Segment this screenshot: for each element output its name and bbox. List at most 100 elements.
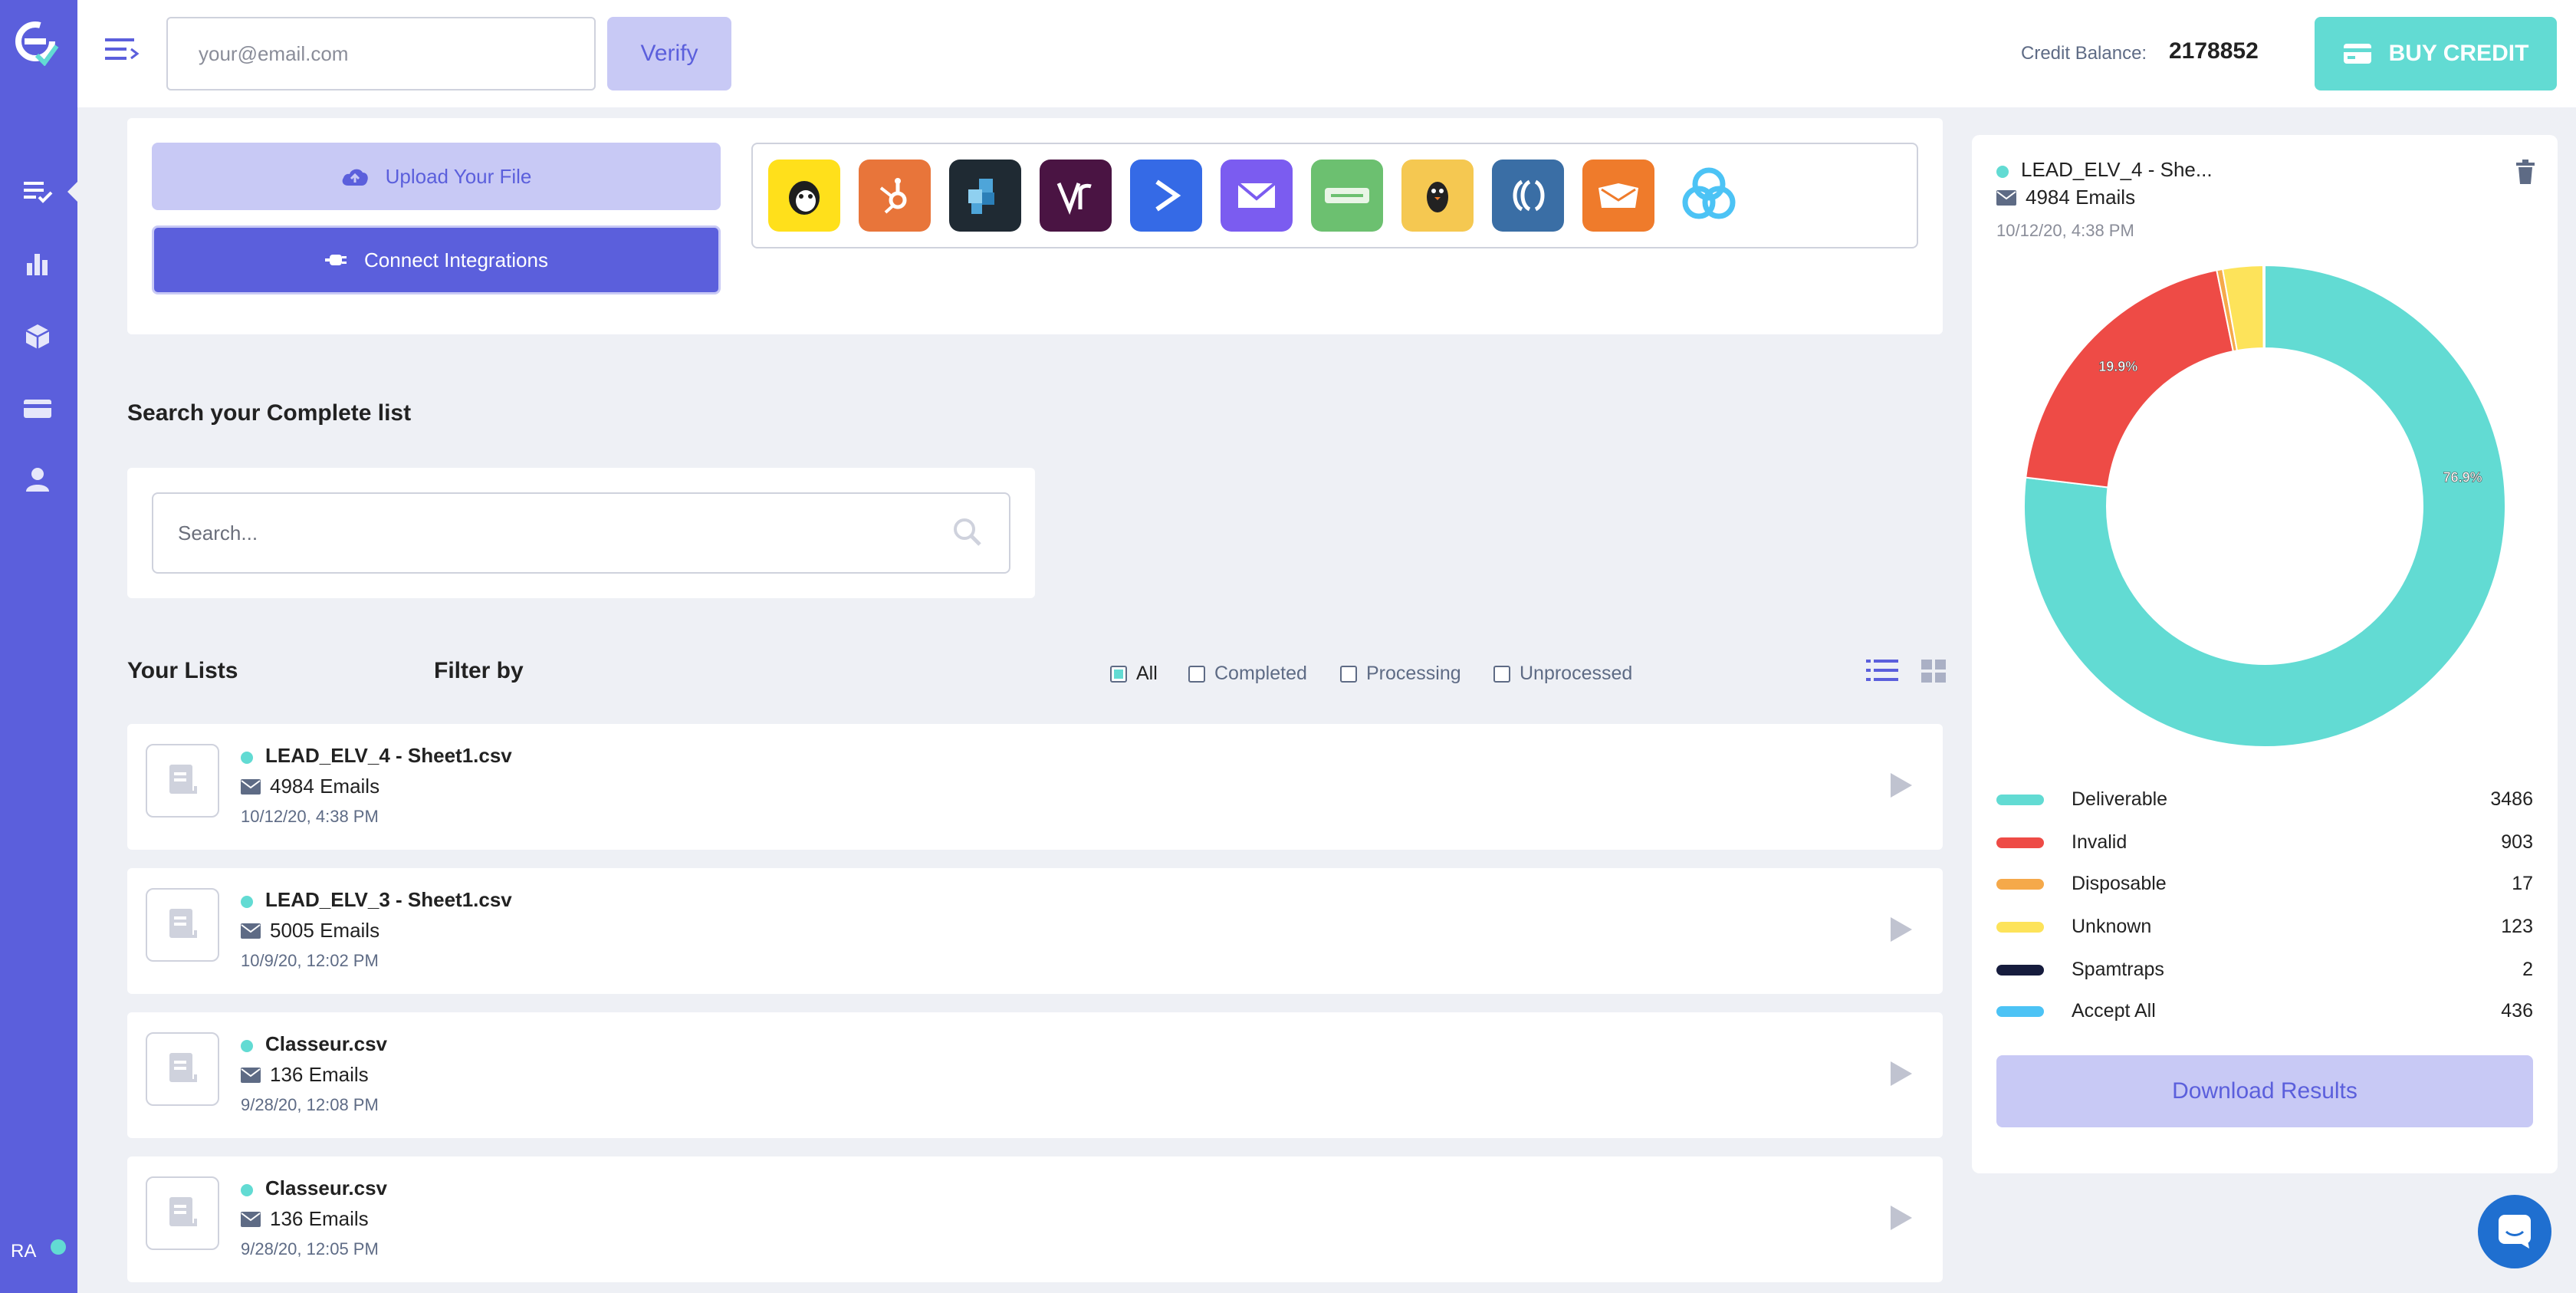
verify-button[interactable]: Verify bbox=[607, 17, 731, 90]
penguin-icon[interactable] bbox=[1401, 160, 1474, 232]
cloud-upload-icon bbox=[342, 169, 368, 186]
search-input[interactable] bbox=[152, 492, 1010, 574]
menu-toggle-icon[interactable] bbox=[105, 35, 140, 66]
list-date: 10/9/20, 12:02 PM bbox=[241, 951, 379, 970]
play-icon[interactable] bbox=[1884, 1058, 1915, 1089]
mail-icon bbox=[241, 1212, 261, 1227]
search-panel bbox=[127, 468, 1035, 598]
upload-file-label: Upload Your File bbox=[385, 164, 532, 188]
legend-label: Invalid bbox=[2072, 831, 2128, 853]
legend-value: 17 bbox=[2512, 873, 2533, 894]
legend-value: 436 bbox=[2501, 1000, 2533, 1022]
grid-view-icon[interactable] bbox=[1917, 655, 1950, 686]
filter-processing[interactable]: Processing bbox=[1340, 663, 1461, 685]
mail-envelope-icon[interactable] bbox=[1221, 160, 1293, 232]
legend-swatch bbox=[1996, 965, 2044, 976]
chat-support-button[interactable] bbox=[2478, 1195, 2551, 1268]
trash-icon[interactable] bbox=[2513, 158, 2538, 186]
list-email-count: 4984 Emails bbox=[270, 775, 380, 798]
active-nav-indicator bbox=[67, 181, 78, 202]
legend-value: 3486 bbox=[2490, 788, 2533, 810]
legend-label: Unknown bbox=[2072, 916, 2152, 937]
online-status-dot bbox=[51, 1239, 66, 1255]
download-results-button[interactable]: Download Results bbox=[1996, 1055, 2533, 1127]
list-item[interactable]: LEAD_ELV_4 - Sheet1.csv 4984 Emails 10/1… bbox=[127, 724, 1943, 850]
mailchimp-icon[interactable] bbox=[768, 160, 840, 232]
filter-processing-label: Processing bbox=[1366, 663, 1461, 684]
status-dot bbox=[241, 896, 253, 908]
list-item[interactable]: Classeur.csv 136 Emails 9/28/20, 12:08 P… bbox=[127, 1012, 1943, 1138]
hubspot-icon[interactable] bbox=[859, 160, 931, 232]
legend-value: 123 bbox=[2501, 916, 2533, 937]
filter-unprocessed[interactable]: Unprocessed bbox=[1493, 663, 1632, 685]
sidebar-item-analytics[interactable] bbox=[18, 245, 57, 284]
list-item[interactable]: LEAD_ELV_3 - Sheet1.csv 5005 Emails 10/9… bbox=[127, 868, 1943, 994]
plug-icon bbox=[325, 255, 347, 265]
list-email-count: 136 Emails bbox=[270, 1207, 369, 1230]
filter-completed[interactable]: Completed bbox=[1188, 663, 1307, 685]
legend-unknown: Unknown 123 bbox=[1996, 911, 2533, 942]
credit-balance-value: 2178852 bbox=[2169, 38, 2259, 64]
sidebar-item-account[interactable] bbox=[18, 460, 57, 498]
convertkit-icon[interactable] bbox=[1492, 160, 1564, 232]
email-input[interactable] bbox=[166, 17, 596, 90]
donut-data-label: 19.9% bbox=[2098, 359, 2137, 374]
activecampaign-icon[interactable] bbox=[1130, 160, 1202, 232]
filter-all-checkbox[interactable] bbox=[1110, 665, 1127, 683]
detail-list-name: LEAD_ELV_4 - She... bbox=[2021, 158, 2213, 181]
user-initials[interactable]: RA bbox=[11, 1241, 36, 1262]
legend-value: 2 bbox=[2522, 959, 2533, 980]
list-name[interactable]: LEAD_ELV_3 - Sheet1.csv bbox=[265, 888, 512, 912]
list-name[interactable]: Classeur.csv bbox=[265, 1176, 387, 1200]
filter-all[interactable]: All bbox=[1110, 663, 1158, 685]
list-name[interactable]: Classeur.csv bbox=[265, 1032, 387, 1056]
legend-label: Disposable bbox=[2072, 873, 2167, 894]
connect-integrations-button[interactable]: Connect Integrations bbox=[152, 225, 721, 294]
list-name[interactable]: LEAD_ELV_4 - Sheet1.csv bbox=[265, 744, 512, 768]
play-icon[interactable] bbox=[1884, 914, 1915, 945]
mail-icon bbox=[241, 923, 261, 939]
list-date: 9/28/20, 12:05 PM bbox=[241, 1239, 379, 1258]
list-email-count: 136 Emails bbox=[270, 1063, 369, 1086]
top-header: Verify Credit Balance: 2178852 BUY CREDI… bbox=[77, 0, 2576, 107]
donut-slice-spamtraps bbox=[2262, 264, 2266, 350]
upload-file-button[interactable]: Upload Your File bbox=[152, 143, 721, 210]
emailable-logo-icon[interactable] bbox=[14, 20, 60, 66]
squares-icon[interactable] bbox=[949, 160, 1021, 232]
search-icon[interactable] bbox=[951, 515, 984, 549]
legend-swatch bbox=[1996, 795, 2044, 805]
filter-by-title: Filter by bbox=[434, 658, 524, 683]
donut-slice-invalid bbox=[2025, 269, 2235, 489]
status-dot bbox=[241, 1040, 253, 1052]
status-dot bbox=[1996, 166, 2009, 178]
mailwizz-icon[interactable] bbox=[1582, 160, 1654, 232]
play-icon[interactable] bbox=[1884, 770, 1915, 801]
buy-credit-button[interactable]: BUY CREDIT bbox=[2315, 17, 2557, 90]
play-icon[interactable] bbox=[1884, 1203, 1915, 1233]
connect-integrations-label: Connect Integrations bbox=[364, 248, 548, 271]
vr-icon[interactable] bbox=[1040, 160, 1112, 232]
legend-label: Deliverable bbox=[2072, 788, 2168, 810]
file-icon bbox=[146, 744, 219, 818]
legend-label: Accept All bbox=[2072, 1000, 2156, 1022]
list-view-icon[interactable] bbox=[1866, 655, 1900, 686]
buy-credit-label: BUY CREDIT bbox=[2388, 41, 2529, 66]
knot-icon[interactable] bbox=[1673, 160, 1745, 232]
chat-green-icon[interactable] bbox=[1311, 160, 1383, 232]
legend-swatch bbox=[1996, 879, 2044, 890]
sidebar-item-lists[interactable] bbox=[18, 172, 57, 210]
list-date: 9/28/20, 12:08 PM bbox=[241, 1095, 379, 1114]
mail-icon bbox=[1996, 190, 2016, 206]
detail-email-count: 4984 Emails bbox=[2026, 186, 2136, 209]
status-dot bbox=[241, 1184, 253, 1196]
file-icon bbox=[146, 1176, 219, 1250]
filter-completed-checkbox[interactable] bbox=[1188, 665, 1205, 683]
credit-card-icon bbox=[24, 400, 51, 418]
legend-swatch bbox=[1996, 922, 2044, 933]
list-date: 10/12/20, 4:38 PM bbox=[241, 807, 379, 826]
sidebar-item-billing[interactable] bbox=[18, 390, 57, 428]
list-item[interactable]: Classeur.csv 136 Emails 9/28/20, 12:05 P… bbox=[127, 1156, 1943, 1282]
sidebar-item-products[interactable] bbox=[18, 317, 57, 356]
filter-unprocessed-checkbox[interactable] bbox=[1493, 665, 1510, 683]
filter-processing-checkbox[interactable] bbox=[1340, 665, 1357, 683]
